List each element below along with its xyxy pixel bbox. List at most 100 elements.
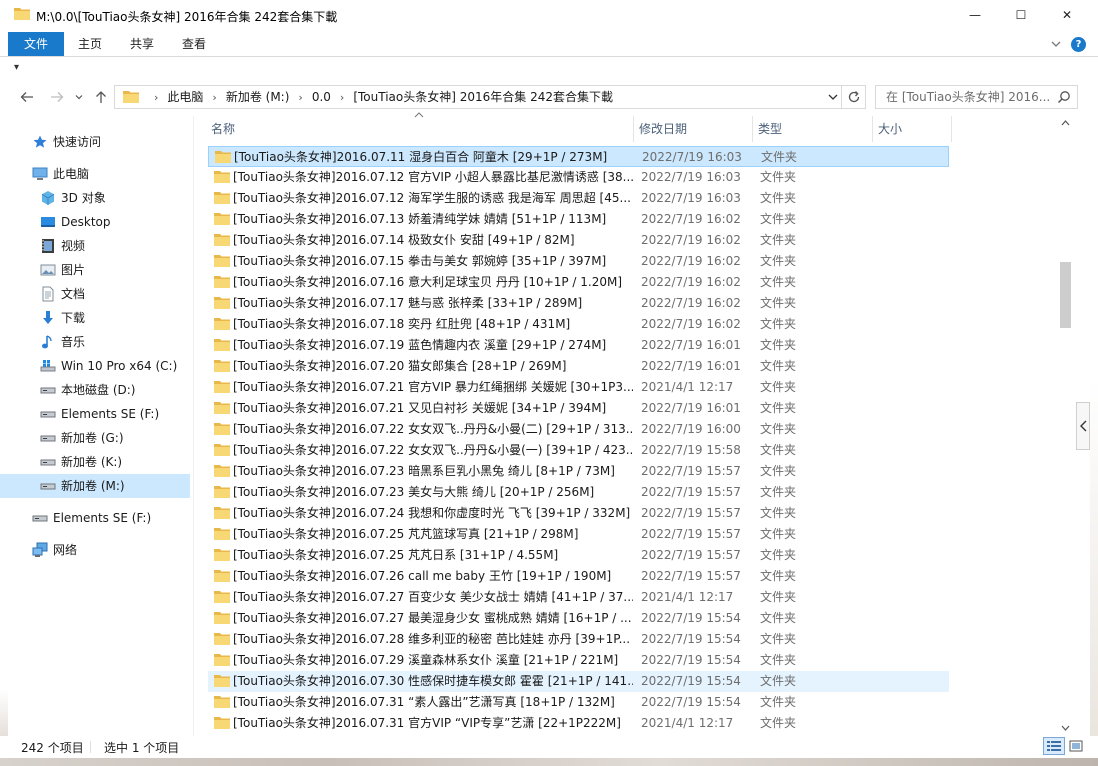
- file-row[interactable]: [TouTiao头条女神]2016.07.23 美女与大熊 绮儿 [20+1P …: [208, 482, 949, 503]
- recent-locations-button[interactable]: [72, 86, 86, 108]
- file-row[interactable]: [TouTiao头条女神]2016.07.22 女女双飞..丹丹&小曼(二) […: [208, 419, 949, 440]
- column-header-size[interactable]: 大小: [873, 116, 952, 142]
- nav-item-label: 网络: [53, 543, 78, 557]
- nav-item-drive-m[interactable]: 新加卷 (M:): [0, 474, 190, 498]
- forward-button[interactable]: [46, 86, 68, 108]
- file-row[interactable]: [TouTiao头条女神]2016.07.14 极致女仆 安甜 [49+1P /…: [208, 230, 949, 251]
- address-bar[interactable]: › 此电脑 › 新加卷 (M:) › 0.0 › [TouTiao头条女神] 2016年合集 …: [114, 85, 842, 109]
- minimize-button[interactable]: —: [952, 0, 998, 30]
- file-row[interactable]: [TouTiao头条女神]2016.07.25 芃芃日系 [31+1P / 4.…: [208, 545, 949, 566]
- maximize-button[interactable]: ☐: [998, 0, 1044, 30]
- file-date: 2022/7/19 16:01: [641, 401, 741, 415]
- tab-share[interactable]: 共享: [116, 32, 168, 56]
- scroll-down-button[interactable]: [1057, 719, 1074, 736]
- file-row[interactable]: [TouTiao头条女神]2016.07.26 call me baby 王竹 …: [208, 566, 949, 587]
- file-row[interactable]: [TouTiao头条女神]2016.07.18 奕丹 红肚兜 [48+1P / …: [208, 314, 949, 335]
- status-divider: [90, 741, 91, 753]
- help-button[interactable]: ?: [1071, 37, 1086, 52]
- nav-item-drive-g[interactable]: 新加卷 (G:): [0, 426, 190, 450]
- vertical-scrollbar[interactable]: [1057, 114, 1074, 736]
- file-row[interactable]: [TouTiao头条女神]2016.07.28 维多利亚的秘密 芭比娃娃 亦丹 …: [208, 629, 949, 650]
- chevron-down-icon[interactable]: [827, 90, 839, 104]
- nav-item-quick-access[interactable]: 快速访问: [0, 130, 190, 154]
- nav-item-drive-k[interactable]: 新加卷 (K:): [0, 450, 190, 474]
- nav-item-elements-se[interactable]: Elements SE (F:): [0, 506, 190, 530]
- file-row[interactable]: [TouTiao头条女神]2016.07.12 海军学生服的诱惑 我是海军 周思…: [208, 188, 949, 209]
- file-type: 文件夹: [760, 401, 797, 415]
- tab-home[interactable]: 主页: [64, 32, 116, 56]
- tab-view[interactable]: 查看: [168, 32, 220, 56]
- file-type: 文件夹: [760, 716, 797, 730]
- window-title: M:\0.0\[TouTiao头条女神] 2016年合集 242套合集下載: [36, 10, 338, 24]
- folder-icon: [214, 381, 230, 393]
- nav-item-network[interactable]: 网络: [0, 538, 190, 562]
- tab-file[interactable]: 文件: [8, 32, 64, 56]
- file-row[interactable]: [TouTiao头条女神]2016.07.29 溪童森林系女仆 溪童 [21+1…: [208, 650, 949, 671]
- file-row[interactable]: [TouTiao头条女神]2016.07.11 湿身白百合 阿童木 [29+1P…: [208, 146, 949, 167]
- breadcrumb-separator[interactable]: ›: [298, 91, 302, 104]
- nav-item-drive-c[interactable]: Win 10 Pro x64 (C:): [0, 354, 190, 378]
- file-row[interactable]: [TouTiao头条女神]2016.07.12 官方VIP 小超人暴露比基尼激情…: [208, 167, 949, 188]
- nav-item-music[interactable]: 音乐: [0, 330, 190, 354]
- file-row[interactable]: [TouTiao头条女神]2016.07.23 暗黑系巨乳小黑兔 绮儿 [8+1…: [208, 461, 949, 482]
- breadcrumb-folder-00[interactable]: 0.0: [312, 90, 331, 104]
- breadcrumb-separator[interactable]: ›: [212, 91, 216, 104]
- up-button[interactable]: [90, 86, 112, 108]
- file-row[interactable]: [TouTiao头条女神]2016.07.20 猫女郎集合 [28+1P / 2…: [208, 356, 949, 377]
- scroll-up-button[interactable]: [1057, 114, 1074, 131]
- back-button[interactable]: [16, 86, 38, 108]
- quick-access-toolbar-dropdown[interactable]: ▾: [14, 62, 19, 73]
- column-header-name[interactable]: 名称: [206, 116, 634, 142]
- file-row[interactable]: [TouTiao头条女神]2016.07.17 魅与惑 张梓柔 [33+1P /…: [208, 293, 949, 314]
- nav-item-drive-f[interactable]: Elements SE (F:): [0, 402, 190, 426]
- file-row[interactable]: [TouTiao头条女神]2016.07.16 意大利足球宝贝 丹丹 [10+1…: [208, 272, 949, 293]
- file-row[interactable]: [TouTiao头条女神]2016.07.19 蓝色情趣内衣 溪童 [29+1P…: [208, 335, 949, 356]
- file-row[interactable]: [TouTiao头条女神]2016.07.21 官方VIP 暴力红绳捆绑 关媛妮…: [208, 377, 949, 398]
- file-row[interactable]: [TouTiao头条女神]2016.07.27 百变少女 美少女战士 婧婧 [4…: [208, 587, 949, 608]
- scrollbar-thumb[interactable]: [1060, 262, 1071, 328]
- drive-icon: [40, 430, 56, 446]
- nav-item-documents[interactable]: 文档: [0, 282, 190, 306]
- breadcrumb-drive-m[interactable]: 新加卷 (M:): [226, 90, 290, 104]
- title-bar: M:\0.0\[TouTiao头条女神] 2016年合集 242套合集下載 — …: [0, 0, 1098, 32]
- nav-item-label: 音乐: [61, 335, 86, 349]
- nav-item-downloads[interactable]: 下载: [0, 306, 190, 330]
- file-name: [TouTiao头条女神]2016.07.23 暗黑系巨乳小黑兔 绮儿 [8+1…: [233, 464, 615, 478]
- refresh-button[interactable]: [842, 85, 866, 109]
- close-button[interactable]: ✕: [1044, 0, 1090, 30]
- breadcrumb-current-folder[interactable]: [TouTiao头条女神] 2016年合集 242套合集下載: [353, 90, 613, 104]
- file-date: 2022/7/19 15:57: [641, 485, 741, 499]
- file-row[interactable]: [TouTiao头条女神]2016.07.22 女女双飞..丹丹&小曼(一) […: [208, 440, 949, 461]
- file-row[interactable]: [TouTiao头条女神]2016.07.31 官方VIP “VIP专享”艺潇 …: [208, 713, 949, 734]
- file-row[interactable]: [TouTiao头条女神]2016.07.21 又见白衬衫 关媛妮 [34+1P…: [208, 398, 949, 419]
- search-box[interactable]: 在 [TouTiao头条女神] 2016...: [875, 85, 1078, 109]
- pane-divider[interactable]: [193, 116, 194, 736]
- file-row[interactable]: [TouTiao头条女神]2016.07.31 “素人露出”艺潇写真 [18+1…: [208, 692, 949, 713]
- status-bar: 242 个项目 选中 1 个项目: [0, 736, 1098, 758]
- file-name: [TouTiao头条女神]2016.07.21 官方VIP 暴力红绳捆绑 关媛妮…: [233, 380, 633, 394]
- file-name: [TouTiao头条女神]2016.07.31 “素人露出”艺潇写真 [18+1…: [233, 695, 615, 709]
- nav-item-3d-objects[interactable]: 3D 对象: [0, 186, 190, 210]
- file-row[interactable]: [TouTiao头条女神]2016.07.13 娇羞清纯学妹 婧婧 [51+1P…: [208, 209, 949, 230]
- column-header-type[interactable]: 类型: [753, 116, 873, 142]
- large-icons-view-button[interactable]: [1066, 737, 1086, 755]
- file-row[interactable]: [TouTiao头条女神]2016.07.30 性感保时捷车模女郎 霍霍 [21…: [208, 671, 949, 692]
- file-row[interactable]: [TouTiao头条女神]2016.07.24 我想和你虚度时光 飞飞 [39+…: [208, 503, 949, 524]
- breadcrumb-separator[interactable]: ›: [340, 91, 344, 104]
- file-row[interactable]: [TouTiao头条女神]2016.07.27 最美湿身少女 蜜桃成熟 婧婧 […: [208, 608, 949, 629]
- search-input[interactable]: 在 [TouTiao头条女神] 2016...: [886, 86, 1051, 108]
- expand-ribbon-icon[interactable]: [1049, 36, 1063, 52]
- file-row[interactable]: [TouTiao头条女神]2016.07.15 拳击与美女 郭婉婷 [35+1P…: [208, 251, 949, 272]
- preview-pane-toggle[interactable]: [1076, 402, 1090, 450]
- nav-item-desktop[interactable]: Desktop: [0, 210, 190, 234]
- file-type: 文件夹: [760, 212, 797, 226]
- nav-item-this-pc[interactable]: 此电脑: [0, 162, 190, 186]
- details-view-button[interactable]: [1043, 737, 1065, 755]
- nav-item-videos[interactable]: 视频: [0, 234, 190, 258]
- file-row[interactable]: [TouTiao头条女神]2016.07.25 芃芃篮球写真 [21+1P / …: [208, 524, 949, 545]
- nav-item-drive-d[interactable]: 本地磁盘 (D:): [0, 378, 190, 402]
- column-header-date[interactable]: 修改日期: [634, 116, 753, 142]
- breadcrumb-this-pc[interactable]: 此电脑: [167, 90, 203, 104]
- breadcrumb-separator[interactable]: ›: [154, 91, 158, 104]
- nav-item-pictures[interactable]: 图片: [0, 258, 190, 282]
